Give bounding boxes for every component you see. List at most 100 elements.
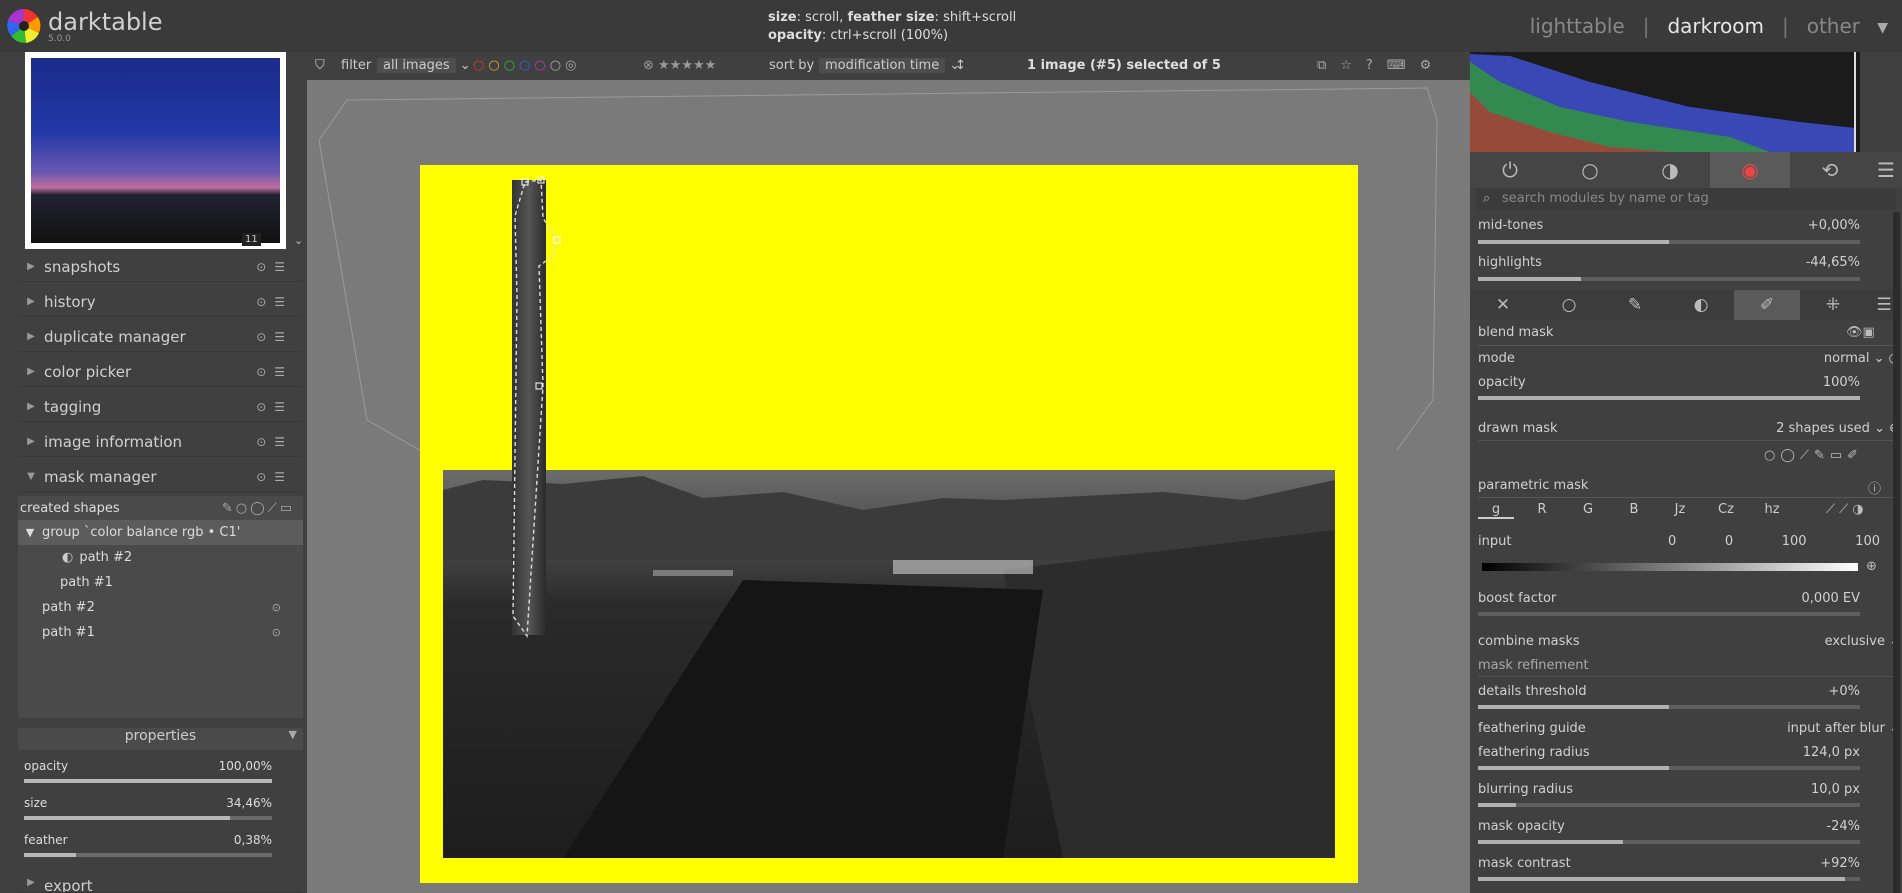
shape-path[interactable]: path #1 ⊙	[18, 620, 303, 645]
mode-select[interactable]: normal ⌄ ◑	[1760, 351, 1900, 366]
details-slider[interactable]	[1478, 705, 1860, 709]
group-child-path[interactable]: path #1	[18, 570, 303, 595]
view-lighttable[interactable]: lighttable	[1530, 14, 1625, 38]
drawn-parametric-icon[interactable]: ✐	[1734, 290, 1800, 320]
chevron-down-icon[interactable]: ▼	[1877, 20, 1888, 36]
module-menu-icon[interactable]: ⊙☰	[256, 260, 293, 274]
shape-tools-icon[interactable]: ✎○◯⟋▭	[222, 501, 295, 516]
sort-order-icon[interactable]: ↕	[955, 52, 966, 80]
right-scrollbar[interactable]	[1893, 212, 1900, 893]
mopacity-slider[interactable]	[1478, 840, 1860, 844]
eye-icon[interactable]: 👁▣	[1846, 325, 1875, 340]
channel-tab[interactable]: g	[1478, 502, 1514, 519]
zoom-level[interactable]: 11	[242, 233, 261, 246]
channel-tab[interactable]: G	[1570, 502, 1606, 517]
module-menu-icon[interactable]: ⊙☰	[256, 295, 293, 309]
view-switcher: lighttable | darkroom | other	[1530, 14, 1860, 38]
channel-tab[interactable]: Jz	[1662, 502, 1698, 517]
module-menu-icon[interactable]: ⊙☰	[256, 330, 293, 344]
module-tagging[interactable]: ▶ tagging ⊙☰	[18, 392, 303, 422]
group-child-path[interactable]: ◐ path #2	[18, 545, 303, 570]
channel-tab[interactable]: B	[1616, 502, 1652, 517]
prop-size-value: 34,46%	[226, 796, 272, 810]
chevron-right-icon: ▶	[27, 331, 35, 342]
module-image-information[interactable]: ▶ image information ⊙☰	[18, 427, 303, 457]
module-menu-icon[interactable]: ⊙☰	[256, 470, 293, 484]
properties-header[interactable]: properties ▼	[18, 728, 303, 750]
darktable-logo-icon	[7, 8, 41, 44]
prop-opacity-slider[interactable]	[24, 779, 272, 783]
toggle-icon[interactable]: ◐	[62, 550, 73, 565]
chevron-down-icon: ▼	[27, 471, 35, 482]
shape-tools-icon[interactable]: ○◯⟋✎▭✐	[1764, 448, 1863, 463]
module-export[interactable]: ▶ export	[18, 877, 303, 893]
prop-feather-slider[interactable]	[24, 853, 272, 857]
chevron-down-icon[interactable]: ⌄	[294, 234, 303, 247]
menu-icon[interactable]: ☰	[1870, 152, 1902, 188]
details-value: +0%	[1828, 684, 1860, 699]
parametric-mask-icon[interactable]: ◐	[1668, 290, 1734, 320]
module-menu-icon[interactable]: ⊙☰	[256, 365, 293, 379]
fradius-slider[interactable]	[1478, 766, 1860, 770]
close-icon[interactable]: ✕	[1470, 290, 1536, 320]
prop-size-label: size	[24, 796, 48, 810]
view-darkroom[interactable]: darkroom	[1667, 14, 1764, 38]
module-search-input[interactable]: ⌕ search modules by name or tag	[1476, 188, 1896, 210]
toolbar-icons[interactable]: ⧉☆?⌨⚙	[1317, 52, 1445, 80]
picker-icon[interactable]: ⟋⟋◑	[1826, 502, 1868, 517]
opacity-slider[interactable]	[1478, 396, 1860, 400]
module-duplicate-manager[interactable]: ▶ duplicate manager ⊙☰	[18, 322, 303, 352]
group-row[interactable]: ▼ group `color balance rgb • C1'	[18, 520, 303, 545]
input-gradient-slider[interactable]	[1482, 563, 1858, 571]
combine-select[interactable]: exclusive ⌄	[1760, 634, 1900, 649]
module-label: tagging	[44, 397, 102, 416]
shape-path[interactable]: path #2 ⊙	[18, 595, 303, 620]
filter-icon[interactable]: ⛉	[315, 52, 325, 80]
tone-icon[interactable]: ◑	[1630, 152, 1710, 188]
prop-size-slider[interactable]	[24, 816, 272, 820]
power-icon[interactable]: ⏻	[1470, 152, 1550, 188]
highlights-label: highlights	[1478, 255, 1542, 270]
bradius-slider[interactable]	[1478, 803, 1860, 807]
drawn-mask-icon[interactable]: ✎	[1602, 290, 1668, 320]
raster-mask-icon[interactable]: ⁜	[1800, 290, 1866, 320]
street-silhouette	[443, 476, 1335, 858]
module-snapshots[interactable]: ▶ snapshots ⊙☰	[18, 252, 303, 282]
channel-tabs: g R G B Jz Cz hz ⟋⟋◑	[1478, 502, 1896, 522]
rating-filter[interactable]: ⊗ ★★★★★	[643, 52, 716, 80]
mcontrast-slider[interactable]	[1478, 877, 1860, 881]
blend-mode-tabs: ✕ ○ ✎ ◐ ✐ ⁜ ☰	[1470, 290, 1902, 320]
uniform-mask-icon[interactable]: ○	[1536, 290, 1602, 320]
sort-select[interactable]: modification time ⌄	[819, 56, 960, 76]
info-icon[interactable]: ⓘ	[1868, 478, 1881, 497]
module-mask-manager[interactable]: ▼ mask manager ⊙☰	[18, 462, 303, 492]
color-labels-filter[interactable]: ○○○○○○◎	[473, 52, 580, 80]
module-color-picker[interactable]: ▶ color picker ⊙☰	[18, 357, 303, 387]
highlights-slider[interactable]	[1478, 277, 1860, 281]
channel-tab[interactable]: Cz	[1708, 502, 1744, 517]
module-menu-icon[interactable]: ⊙☰	[256, 400, 293, 414]
module-label: mask manager	[44, 467, 157, 486]
midtones-slider[interactable]	[1478, 240, 1860, 244]
guide-select[interactable]: input after blur ⌄	[1720, 721, 1900, 736]
module-menu-icon[interactable]: ⊙☰	[256, 435, 293, 449]
drawn-mask-select[interactable]: 2 shapes used ⌄ ⊖	[1700, 421, 1900, 436]
histogram[interactable]	[1470, 52, 1860, 152]
module-label: duplicate manager	[44, 327, 186, 346]
channel-tab[interactable]: hz	[1754, 502, 1790, 517]
color-icon[interactable]: ◉	[1710, 152, 1790, 188]
circle-icon[interactable]: ○	[1550, 152, 1630, 188]
boost-slider[interactable]	[1478, 612, 1860, 616]
module-history[interactable]: ▶ history ⊙☰	[18, 287, 303, 317]
chevron-down-icon: ▼	[288, 728, 297, 741]
view-other[interactable]: other	[1807, 14, 1860, 38]
channel-tab[interactable]: R	[1524, 502, 1560, 517]
opacity-label: opacity	[1478, 375, 1526, 390]
filter-select[interactable]: all images ⌄	[377, 56, 471, 76]
view-separator: |	[1642, 14, 1650, 38]
navigation-thumbnail[interactable]	[31, 58, 280, 243]
mode-label: mode	[1478, 351, 1515, 366]
correct-icon[interactable]: ⟲	[1790, 152, 1870, 188]
chevron-right-icon: ▶	[27, 366, 35, 377]
add-icon[interactable]: ⊕	[1866, 559, 1877, 574]
